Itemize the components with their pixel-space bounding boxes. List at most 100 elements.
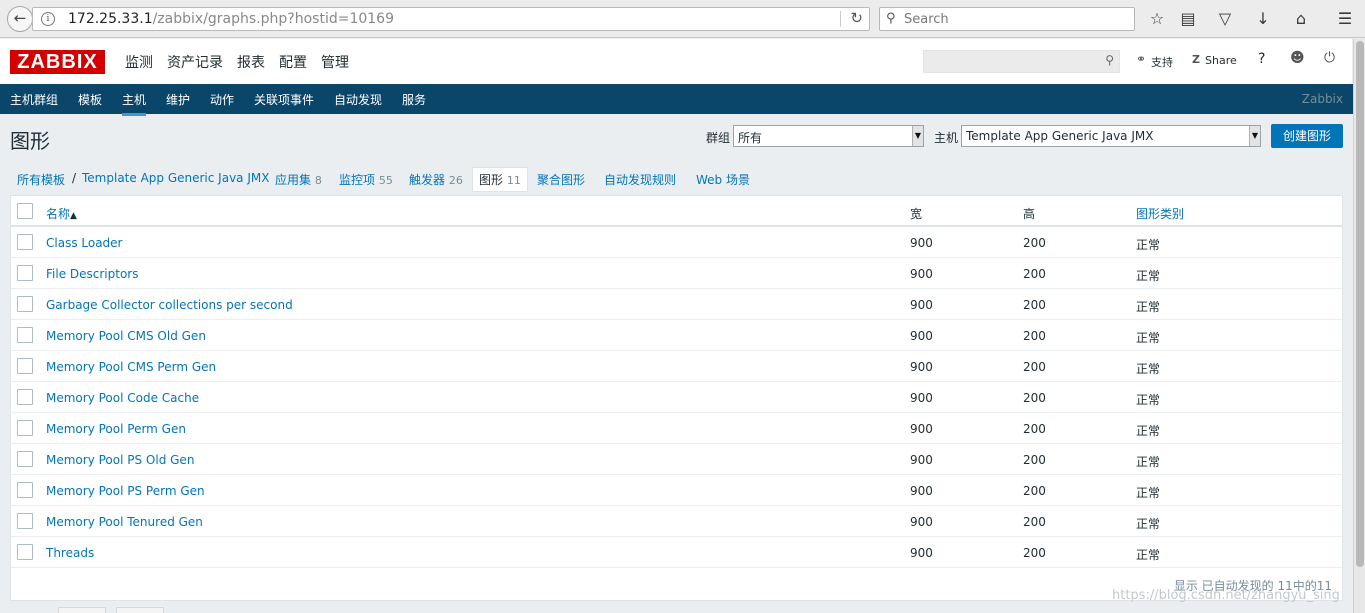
graph-height: 200	[1023, 298, 1046, 312]
page-scrollbar[interactable]	[1353, 39, 1365, 613]
tab-screens[interactable]: 聚合图形	[537, 171, 585, 188]
graph-name-link[interactable]: Memory Pool Perm Gen	[46, 422, 186, 436]
row-checkbox[interactable]	[17, 420, 33, 436]
table-row: Memory Pool CMS Old Gen 900 200 正常	[11, 320, 1342, 351]
breadcrumb-template[interactable]: Template App Generic Java JMX	[82, 171, 269, 185]
graph-width: 900	[910, 236, 933, 250]
menu-inventory[interactable]: 资产记录	[167, 52, 223, 72]
table-header-row: 名称▲ 宽 高 图形类别	[11, 196, 1342, 227]
tab-count: 11	[506, 174, 521, 187]
row-checkbox[interactable]	[17, 265, 33, 281]
menu-administration[interactable]: 管理	[321, 52, 349, 72]
row-checkbox[interactable]	[17, 451, 33, 467]
select-all-checkbox[interactable]	[17, 203, 33, 219]
logout-icon[interactable]: ⏻	[1324, 50, 1335, 66]
row-checkbox[interactable]	[17, 296, 33, 312]
info-icon[interactable]: i	[41, 12, 55, 26]
graph-name-link[interactable]: Memory Pool CMS Perm Gen	[46, 360, 216, 374]
bottom-button[interactable]	[116, 607, 164, 613]
subnav-services[interactable]: 服务	[402, 91, 426, 108]
column-name-label: 名称	[46, 207, 71, 221]
browser-search-placeholder[interactable]: Search	[904, 12, 949, 27]
user-profile-icon[interactable]: ☻	[1290, 50, 1305, 66]
subnav-templates[interactable]: 模板	[78, 91, 102, 108]
subnav-host-groups[interactable]: 主机群组	[10, 91, 58, 108]
tab-label: 应用集	[275, 173, 312, 187]
bottom-button[interactable]	[58, 607, 106, 613]
host-tabs: 所有模板 / Template App Generic Java JMX 应用集…	[10, 165, 1343, 195]
hamburger-menu-icon[interactable]: ☰	[1334, 8, 1356, 30]
share-icon[interactable]: Z	[1192, 53, 1200, 66]
home-icon[interactable]: ⌂	[1290, 8, 1312, 30]
row-checkbox[interactable]	[17, 482, 33, 498]
subnav-hosts[interactable]: 主机	[122, 91, 147, 116]
scrollbar-thumb[interactable]	[1356, 41, 1364, 567]
tab-triggers[interactable]: 触发器 26	[409, 171, 463, 188]
back-arrow-icon[interactable]: ←	[7, 6, 33, 32]
graph-name-link[interactable]: Memory Pool Tenured Gen	[46, 515, 203, 529]
header-search-input[interactable]: ⚲	[923, 50, 1120, 73]
graph-name-link[interactable]: Class Loader	[46, 236, 123, 250]
column-name[interactable]: 名称▲	[46, 205, 77, 222]
search-icon[interactable]: ⚲	[1105, 53, 1114, 67]
create-graph-button[interactable]: 创建图形	[1271, 124, 1343, 148]
row-checkbox[interactable]	[17, 327, 33, 343]
menu-configuration[interactable]: 配置	[279, 52, 307, 72]
graph-height: 200	[1023, 267, 1046, 281]
row-checkbox[interactable]	[17, 389, 33, 405]
row-checkbox[interactable]	[17, 544, 33, 560]
graph-name-link[interactable]: Threads	[46, 546, 94, 560]
zabbix-logo[interactable]: ZABBIX	[10, 50, 105, 74]
row-checkbox[interactable]	[17, 358, 33, 374]
main-menu: 监测 资产记录 报表 配置 管理	[118, 52, 356, 72]
url-text[interactable]: 172.25.33.1/zabbix/graphs.php?hostid=101…	[68, 11, 394, 27]
graph-width: 900	[910, 453, 933, 467]
subnav-correlation[interactable]: 关联项事件	[254, 91, 314, 108]
graph-height: 200	[1023, 484, 1046, 498]
graph-name-link[interactable]: Memory Pool PS Perm Gen	[46, 484, 205, 498]
group-select[interactable]: 所有 ▼	[733, 125, 924, 147]
headset-icon[interactable]: ⚭	[1136, 52, 1146, 66]
subnav-discovery[interactable]: 自动发现	[334, 91, 382, 108]
row-checkbox[interactable]	[17, 234, 33, 250]
tab-discovery-rules[interactable]: 自动发现规则	[604, 171, 676, 188]
breadcrumb-separator: /	[72, 171, 77, 185]
host-select[interactable]: Template App Generic Java JMX ▼	[961, 125, 1261, 147]
row-checkbox[interactable]	[17, 513, 33, 529]
column-graph-type[interactable]: 图形类别	[1136, 205, 1184, 222]
graph-height: 200	[1023, 360, 1046, 374]
subnav-actions[interactable]: 动作	[210, 91, 234, 108]
tab-label: 监控项	[339, 173, 376, 187]
graph-width: 900	[910, 360, 933, 374]
reading-list-icon[interactable]: ▤	[1177, 8, 1199, 30]
graph-name-link[interactable]: Garbage Collector collections per second	[46, 298, 293, 312]
graph-name-link[interactable]: File Descriptors	[46, 267, 138, 281]
chevron-down-icon: ▼	[1249, 126, 1260, 146]
share-link[interactable]: Share	[1205, 54, 1237, 67]
support-link[interactable]: 支持	[1151, 54, 1173, 70]
table-row: Threads 900 200 正常	[11, 537, 1342, 568]
graph-name-link[interactable]: Memory Pool Code Cache	[46, 391, 199, 405]
help-icon[interactable]: ?	[1258, 51, 1265, 67]
url-divider	[840, 11, 841, 27]
browser-search-box[interactable]: ⚲ Search	[879, 7, 1135, 31]
bookmark-star-icon[interactable]: ☆	[1146, 8, 1168, 30]
download-icon[interactable]: ↓	[1252, 8, 1274, 30]
graph-name-link[interactable]: Memory Pool CMS Old Gen	[46, 329, 206, 343]
tab-items[interactable]: 监控项 55	[339, 171, 393, 188]
sort-asc-icon: ▲	[70, 211, 77, 221]
tab-applications[interactable]: 应用集 8	[275, 171, 322, 188]
tab-graphs[interactable]: 图形 11	[472, 167, 528, 192]
host-select-value: Template App Generic Java JMX	[966, 129, 1154, 143]
tab-web-scenarios[interactable]: Web 场景	[696, 171, 750, 188]
reload-icon[interactable]: ↻	[850, 9, 863, 27]
subnav-maintenance[interactable]: 维护	[166, 91, 190, 108]
menu-reports[interactable]: 报表	[237, 52, 265, 72]
graph-name-link[interactable]: Memory Pool PS Old Gen	[46, 453, 194, 467]
breadcrumb-all-templates[interactable]: 所有模板	[17, 171, 65, 188]
graph-type: 正常	[1136, 455, 1161, 469]
menu-monitoring[interactable]: 监测	[125, 52, 153, 72]
graph-height: 200	[1023, 546, 1046, 560]
pocket-icon[interactable]: ▽	[1214, 8, 1236, 30]
url-bar[interactable]: i 172.25.33.1/zabbix/graphs.php?hostid=1…	[32, 7, 870, 31]
